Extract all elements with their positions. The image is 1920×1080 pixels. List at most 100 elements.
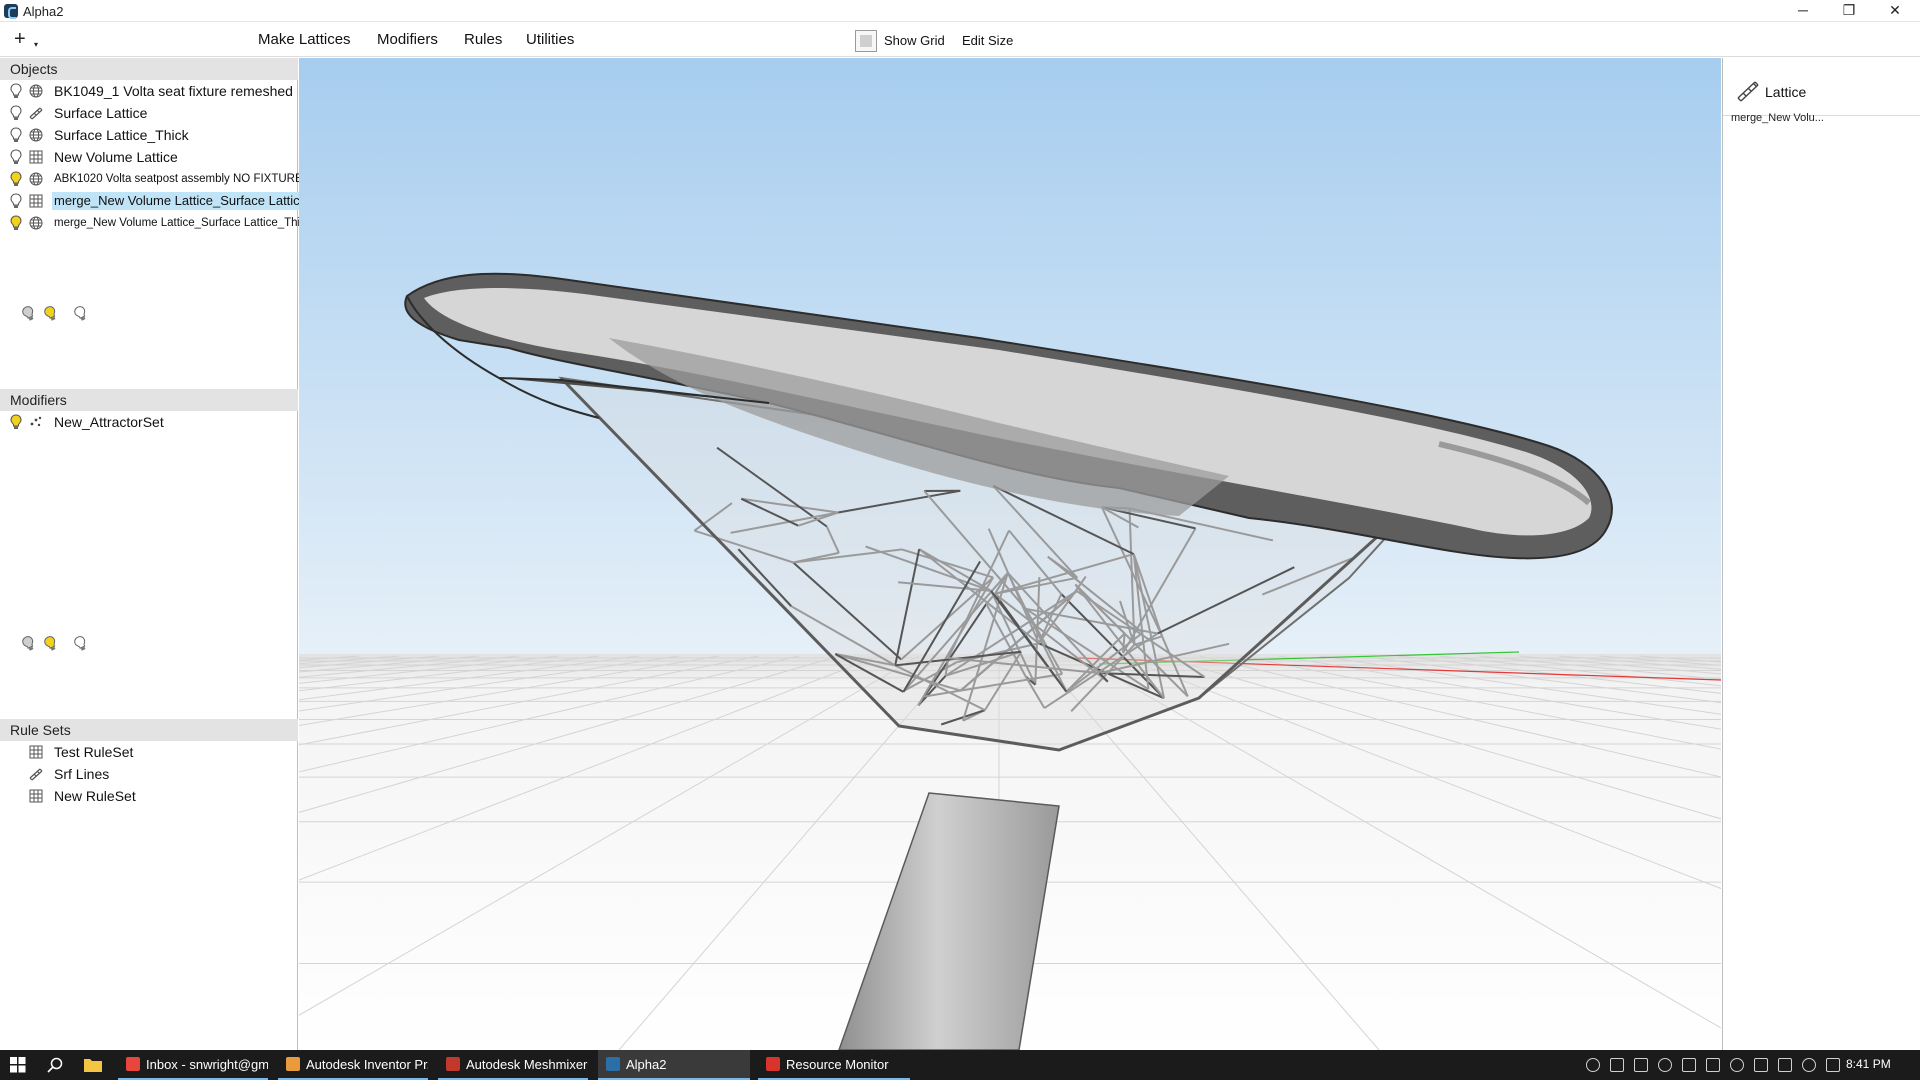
toggle-visibility-icon[interactable] xyxy=(72,634,92,656)
maximize-button[interactable]: ❐ xyxy=(1826,0,1872,22)
list-item[interactable]: New RuleSet xyxy=(0,785,298,807)
app-logo-icon xyxy=(4,4,18,19)
show-grid-label[interactable]: Show Grid xyxy=(884,33,945,48)
properties-title: Lattice xyxy=(1765,84,1807,100)
list-item-label: New_AttractorSet xyxy=(54,414,164,430)
hide-all-icon[interactable] xyxy=(20,634,40,656)
list-item-label: Surface Lattice xyxy=(54,105,148,121)
app-tray-icon[interactable] xyxy=(1658,1058,1672,1072)
lightbulb-off-icon[interactable] xyxy=(10,193,22,209)
list-item[interactable]: Surface Lattice_Thick xyxy=(0,124,298,146)
close-button[interactable]: ✕ xyxy=(1872,0,1918,22)
taskbar-app[interactable]: Inbox - snwright@gm... xyxy=(118,1050,268,1080)
hide-all-icon[interactable] xyxy=(20,304,40,326)
properties-item[interactable]: merge_New Volu... xyxy=(1731,112,1824,124)
chevron-down-icon: ▾ xyxy=(34,40,39,49)
globe-icon xyxy=(29,172,43,186)
taskbar-app[interactable]: Alpha2 xyxy=(598,1050,750,1080)
start-button[interactable] xyxy=(0,1050,36,1080)
network-icon[interactable] xyxy=(1778,1058,1792,1072)
globe-icon xyxy=(29,216,43,230)
lightbulb-off-icon[interactable] xyxy=(10,105,22,121)
taskbar-app-label: Resource Monitor xyxy=(786,1057,889,1072)
rulesets-header: Rule Sets xyxy=(0,719,298,741)
list-item[interactable]: Srf Lines xyxy=(0,763,298,785)
settings-icon[interactable] xyxy=(1706,1058,1720,1072)
list-item-label: Surface Lattice_Thick xyxy=(54,127,189,143)
app-icon xyxy=(606,1057,620,1071)
toggle-visibility-icon[interactable] xyxy=(72,304,92,326)
file-explorer-button[interactable] xyxy=(78,1050,108,1080)
app-icon xyxy=(446,1057,460,1071)
surface-lattice-icon xyxy=(29,767,43,781)
show-all-icon[interactable] xyxy=(42,634,62,656)
windows-logo-icon xyxy=(10,1057,26,1073)
menu-rules[interactable]: Rules xyxy=(464,31,502,48)
autodesk-icon[interactable] xyxy=(1610,1058,1624,1072)
list-item[interactable]: Test RuleSet xyxy=(0,741,298,763)
show-all-icon[interactable] xyxy=(42,304,62,326)
taskbar-app[interactable]: Autodesk Meshmixer ... xyxy=(438,1050,588,1080)
lightbulb-on-icon[interactable] xyxy=(10,171,22,187)
menu-modifiers[interactable]: Modifiers xyxy=(377,31,438,48)
globe-icon xyxy=(29,128,43,142)
edit-size-button[interactable]: Edit Size xyxy=(962,33,1013,48)
add-button[interactable]: + ▾ xyxy=(14,29,42,50)
list-item[interactable]: merge_New Volume Lattice_Surface Lattice xyxy=(0,190,309,212)
volume-lattice-icon xyxy=(29,789,43,803)
menu-make-lattices[interactable]: Make Lattices xyxy=(258,31,351,48)
viewport-canvas[interactable] xyxy=(299,58,1721,1050)
volume-lattice-icon xyxy=(29,194,43,208)
volume-icon[interactable] xyxy=(1802,1058,1816,1072)
taskbar-app[interactable]: Autodesk Inventor Pr... xyxy=(278,1050,428,1080)
app-icon xyxy=(766,1057,780,1071)
list-item[interactable]: ABK1020 Volta seatpost assembly NO FIXTU… xyxy=(0,168,303,190)
clock[interactable]: 8:41 PM xyxy=(1846,1057,1891,1071)
lightbulb-off-icon[interactable] xyxy=(10,149,22,165)
globe-icon xyxy=(29,84,43,98)
list-item-label: merge_New Volume Lattice_Surface Lattice… xyxy=(54,217,312,229)
attractor-icon xyxy=(29,415,43,429)
lightbulb-off-icon[interactable] xyxy=(10,83,22,99)
lightbulb-off-icon[interactable] xyxy=(10,127,22,143)
list-item-label: New Volume Lattice xyxy=(54,149,178,165)
dropbox-icon[interactable] xyxy=(1586,1058,1600,1072)
list-item[interactable]: merge_New Volume Lattice_Surface Lattice… xyxy=(0,212,312,234)
title-bar: Alpha2 ─ ❐ ✕ xyxy=(0,0,1920,22)
surface-lattice-icon xyxy=(29,106,43,120)
list-item-label: ABK1020 Volta seatpost assembly NO FIXTU… xyxy=(54,173,303,185)
app-icon xyxy=(286,1057,300,1071)
3d-viewport[interactable] xyxy=(299,58,1721,1050)
list-item[interactable]: New_AttractorSet xyxy=(0,411,298,433)
properties-header: Lattice xyxy=(1723,66,1920,116)
list-item-label: merge_New Volume Lattice_Surface Lattice xyxy=(52,192,309,210)
cloud-icon[interactable] xyxy=(1682,1058,1696,1072)
list-item[interactable]: New Volume Lattice xyxy=(0,146,298,168)
flag-icon[interactable] xyxy=(1634,1058,1648,1072)
objects-header: Objects xyxy=(0,58,298,80)
battery-icon[interactable] xyxy=(1754,1058,1768,1072)
left-panel: Objects BK1049_1 Volta seat fixture reme… xyxy=(0,58,312,1050)
list-item[interactable]: BK1049_1 Volta seat fixture remeshed xyxy=(0,80,298,102)
lightbulb-on-icon[interactable] xyxy=(10,215,22,231)
taskbar: Inbox - snwright@gm... Autodesk Inventor … xyxy=(0,1050,1920,1080)
taskbar-app-label: Alpha2 xyxy=(626,1057,667,1072)
list-item[interactable]: Surface Lattice xyxy=(0,102,298,124)
lock-icon[interactable] xyxy=(1730,1058,1744,1072)
taskbar-app-label: Autodesk Inventor Pr... xyxy=(306,1057,428,1072)
menu-utilities[interactable]: Utilities xyxy=(526,31,574,48)
list-item-label: Srf Lines xyxy=(54,766,110,782)
properties-panel: Lattice merge_New Volu... xyxy=(1722,58,1920,1050)
folder-icon xyxy=(84,1059,102,1072)
search-button[interactable] xyxy=(40,1050,70,1080)
minimize-button[interactable]: ─ xyxy=(1780,0,1826,22)
search-icon xyxy=(47,1057,63,1073)
lightbulb-on-icon[interactable] xyxy=(10,414,22,430)
menu-bar: + ▾ Make Lattices Modifiers Rules Utilit… xyxy=(0,22,1920,57)
volume-lattice-icon xyxy=(29,150,43,164)
taskbar-app[interactable]: Resource Monitor xyxy=(758,1050,910,1080)
notification-icon[interactable] xyxy=(1826,1058,1840,1072)
list-item-label: Test RuleSet xyxy=(54,744,134,760)
show-grid-checkbox[interactable] xyxy=(855,30,877,52)
list-item-label: New RuleSet xyxy=(54,788,136,804)
